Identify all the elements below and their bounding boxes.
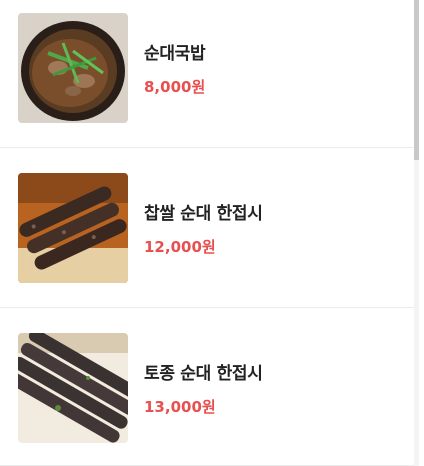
- menu-item-price: 13,000원: [144, 398, 216, 416]
- scrollbar-thumb[interactable]: [414, 0, 419, 160]
- menu-item-name: 순대국밥: [144, 44, 206, 64]
- menu-item[interactable]: 찹쌀 순대 한접시 12,000원: [0, 148, 419, 308]
- menu-list: 순대국밥 8,000원 찹쌀 순대 한접시 12,000원 토종 순대 한접시 …: [0, 0, 419, 466]
- menu-item-name: 토종 순대 한접시: [144, 364, 263, 384]
- menu-item[interactable]: 순대국밥 8,000원: [0, 0, 419, 148]
- menu-item-name: 찹쌀 순대 한접시: [144, 204, 263, 224]
- menu-item-price: 8,000원: [144, 78, 206, 96]
- menu-item-photo[interactable]: [18, 13, 128, 123]
- scrollbar[interactable]: [414, 0, 419, 466]
- menu-item-photo[interactable]: [18, 333, 128, 443]
- menu-item[interactable]: 토종 순대 한접시 13,000원: [0, 308, 419, 466]
- glutinous-rice-sundae-plate-photo: [18, 173, 128, 283]
- sundae-gukbap-photo: [18, 13, 128, 123]
- menu-item-price: 12,000원: [144, 238, 216, 256]
- menu-item-photo[interactable]: [18, 173, 128, 283]
- native-sundae-plate-photo: [18, 333, 128, 443]
